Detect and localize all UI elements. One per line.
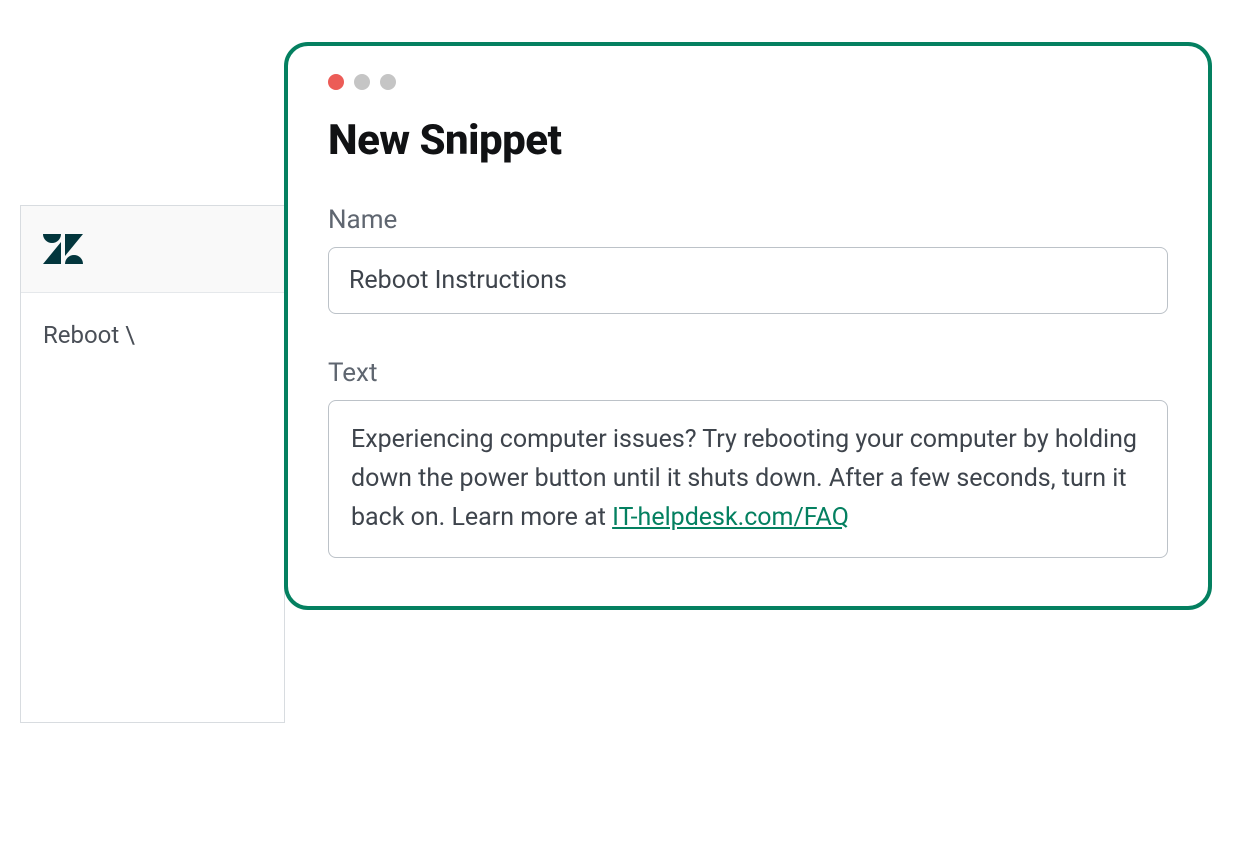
sidebar-item-label: Reboot \ [43, 321, 135, 349]
sidebar-item-reboot[interactable]: Reboot \ [21, 293, 284, 377]
zendesk-logo-icon [43, 234, 83, 264]
name-field-label: Name [328, 205, 1168, 235]
helpdesk-faq-link[interactable]: IT-helpdesk.com/FAQ [612, 503, 849, 532]
modal-title: New Snippet [328, 116, 1168, 165]
text-area[interactable]: Experiencing computer issues? Try reboot… [328, 400, 1168, 558]
minimize-window-icon[interactable] [354, 74, 370, 90]
close-window-icon[interactable] [328, 74, 344, 90]
new-snippet-modal: New Snippet Name Text Experiencing compu… [284, 42, 1212, 610]
sidebar-panel: Reboot \ [20, 205, 285, 723]
sidebar-header [21, 206, 284, 293]
text-field-label: Text [328, 358, 1168, 388]
maximize-window-icon[interactable] [380, 74, 396, 90]
window-controls [328, 74, 1168, 90]
name-input[interactable] [328, 247, 1168, 314]
